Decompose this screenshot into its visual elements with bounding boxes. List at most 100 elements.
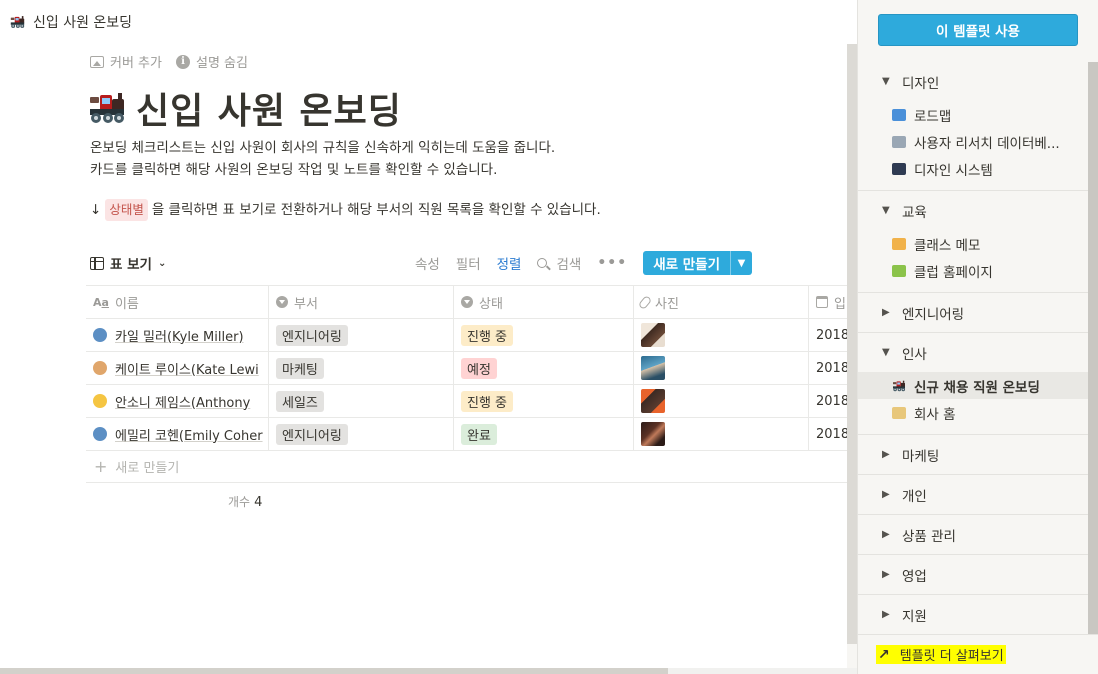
row-name[interactable]: 안소니 제임스(Anthony: [115, 392, 250, 411]
header-photo[interactable]: 사진: [634, 286, 809, 318]
category-toggle[interactable]: ▶ 엔지니어링: [858, 293, 1088, 332]
triangle-down-icon: ▼: [882, 205, 890, 216]
status-tag: 진행 중: [461, 390, 514, 412]
dept-tag: 세일즈: [276, 390, 324, 412]
category-toggle[interactable]: ▼ 인사: [858, 333, 1088, 372]
paintbrush-icon: [892, 162, 906, 175]
template-item-user-research[interactable]: 사용자 리서치 데이터베...: [858, 128, 1088, 155]
template-category-list: ▼ 디자인 로드맵 사용자 리서치 데이터베... 디자인 시스템 ▼ 교육 클래스…: [858, 62, 1088, 634]
template-item-class-notes[interactable]: 클래스 메모: [858, 230, 1088, 257]
page-description[interactable]: 온보딩 체크리스트는 신입 사원이 회사의 규칙을 신속하게 익히는데 도움을 …: [90, 137, 555, 181]
category-toggle[interactable]: ▶ 상품 관리: [858, 515, 1088, 554]
title-row: 신입 사원 온보딩: [88, 82, 402, 134]
palette-icon: [93, 361, 107, 375]
category-support: ▶ 지원: [858, 595, 1088, 634]
employee-photo[interactable]: [641, 323, 665, 347]
sidebar-footer: ↗ 템플릿 더 살펴보기: [858, 634, 1098, 674]
calendar-icon: [816, 296, 828, 308]
house-icon: [892, 406, 906, 419]
employee-photo[interactable]: [641, 422, 665, 446]
triangle-right-icon: ▶: [882, 489, 890, 500]
dept-tag: 마케팅: [276, 357, 324, 379]
triangle-right-icon: ▶: [882, 307, 890, 318]
employee-photo[interactable]: [641, 389, 665, 413]
employee-photo[interactable]: [641, 356, 665, 380]
template-item-company-home[interactable]: 회사 홈: [858, 399, 1088, 426]
category-toggle[interactable]: ▶ 지원: [858, 595, 1088, 634]
dept-tag: 엔지니어링: [276, 324, 348, 346]
filter-button[interactable]: 필터: [456, 253, 481, 273]
telephone-icon: [93, 427, 107, 441]
dept-tag: 엔지니어링: [276, 423, 348, 445]
table-row[interactable]: 카일 밀러(Kyle Miller) 엔지니어링 진행 중 2018: [86, 319, 866, 352]
header-status[interactable]: 상태: [454, 286, 634, 318]
category-design: ▼ 디자인 로드맵 사용자 리서치 데이터베... 디자인 시스템: [858, 62, 1088, 191]
new-row-button[interactable]: + 새로 만들기: [86, 451, 866, 483]
category-education: ▼ 교육 클래스 메모 클럽 홈페이지: [858, 191, 1088, 293]
category-toggle[interactable]: ▼ 교육: [858, 191, 1088, 230]
row-count[interactable]: 개수 4: [228, 493, 262, 510]
properties-button[interactable]: 속성: [415, 253, 440, 273]
house-icon: [892, 264, 906, 277]
category-toggle[interactable]: ▶ 마케팅: [858, 435, 1088, 474]
chevron-down-icon: ⌄: [157, 257, 167, 269]
page-title[interactable]: 신입 사원 온보딩: [136, 82, 402, 134]
template-item-club-home[interactable]: 클럽 홈페이지: [858, 257, 1088, 284]
breadcrumb-title[interactable]: 신입 사원 온보딩: [33, 12, 132, 32]
category-toggle[interactable]: ▶ 영업: [858, 555, 1088, 594]
category-engineering: ▶ 엔지니어링: [858, 293, 1088, 333]
table-header: Aa 이름 부서 상태 사진 입: [86, 286, 866, 319]
triangle-down-icon: ▼: [882, 347, 890, 358]
category-toggle[interactable]: ▼ 디자인: [858, 62, 1088, 101]
row-name[interactable]: 케이트 루이스(Kate Lewi: [115, 359, 259, 378]
sort-button[interactable]: 정렬: [497, 253, 522, 273]
triangle-right-icon: ▶: [882, 449, 890, 460]
table-row[interactable]: 안소니 제임스(Anthony 세일즈 진행 중 2018: [86, 385, 866, 418]
new-button-main[interactable]: 새로 만들기: [643, 251, 730, 275]
template-sidebar: 이 템플릿 사용 ▼ 디자인 로드맵 사용자 리서치 데이터베... 디자인 시스…: [857, 0, 1098, 674]
telescope-icon: [892, 135, 906, 148]
text-property-icon: Aa: [93, 295, 109, 309]
database-table: Aa 이름 부서 상태 사진 입 카일 밀러(Kyle Miller) 엔지니어…: [86, 285, 866, 483]
arrow-up-right-icon: ↗: [878, 646, 890, 663]
vertical-scrollbar-thumb[interactable]: [847, 44, 857, 644]
search-icon: [537, 258, 548, 268]
add-cover-button[interactable]: 커버 추가: [90, 52, 162, 71]
view-selector[interactable]: 표 보기 ⌄: [90, 253, 166, 273]
template-item-design-system[interactable]: 디자인 시스템: [858, 155, 1088, 182]
info-icon: i: [175, 54, 190, 69]
category-toggle[interactable]: ▶ 개인: [858, 475, 1088, 514]
triangle-down-icon: ▼: [882, 76, 890, 87]
car-icon: [892, 108, 906, 121]
select-property-icon: [461, 296, 473, 308]
category-marketing: ▶ 마케팅: [858, 435, 1088, 475]
status-tag: 완료: [461, 423, 497, 445]
select-property-icon: [276, 296, 288, 308]
use-template-button[interactable]: 이 템플릿 사용: [878, 14, 1078, 46]
hide-description-button[interactable]: i 설명 숨김: [175, 52, 248, 71]
table-row[interactable]: 에밀리 코헨(Emily Coher 엔지니어링 완료 2018: [86, 418, 866, 451]
template-item-roadmap[interactable]: 로드맵: [858, 101, 1088, 128]
train-icon: [10, 15, 25, 29]
table-icon: [90, 256, 104, 270]
train-icon[interactable]: [88, 91, 126, 125]
table-row[interactable]: 케이트 루이스(Kate Lewi 마케팅 예정 2018: [86, 352, 866, 385]
chevron-down-icon[interactable]: ▼: [730, 251, 752, 275]
down-arrow-icon: ↓: [90, 202, 102, 218]
row-name[interactable]: 카일 밀러(Kyle Miller): [115, 326, 244, 345]
template-item-onboarding[interactable]: 신규 채용 직원 온보딩: [858, 372, 1088, 399]
view-toolbar: 표 보기 ⌄ 속성 필터 정렬 검색 ••• 새로 만들기 ▼: [90, 250, 752, 276]
sidebar-scrollbar[interactable]: [1088, 62, 1098, 634]
new-button: 새로 만들기 ▼: [643, 251, 752, 275]
paperclip-icon: [637, 294, 653, 310]
more-options-button[interactable]: •••: [597, 255, 627, 271]
hint-line[interactable]: ↓ 상태별 을 클릭하면 표 보기로 전환하거나 해당 부서의 직원 목록을 확…: [90, 199, 601, 221]
horizontal-scrollbar-thumb[interactable]: [0, 668, 668, 674]
browse-more-templates-link[interactable]: ↗ 템플릿 더 살펴보기: [876, 645, 1006, 664]
header-name[interactable]: Aa 이름: [86, 286, 269, 318]
header-dept[interactable]: 부서: [269, 286, 454, 318]
category-sales: ▶ 영업: [858, 555, 1088, 595]
search-button[interactable]: 검색: [537, 253, 581, 273]
status-view-tag: 상태별: [105, 199, 148, 221]
row-name[interactable]: 에밀리 코헨(Emily Coher: [115, 425, 263, 444]
